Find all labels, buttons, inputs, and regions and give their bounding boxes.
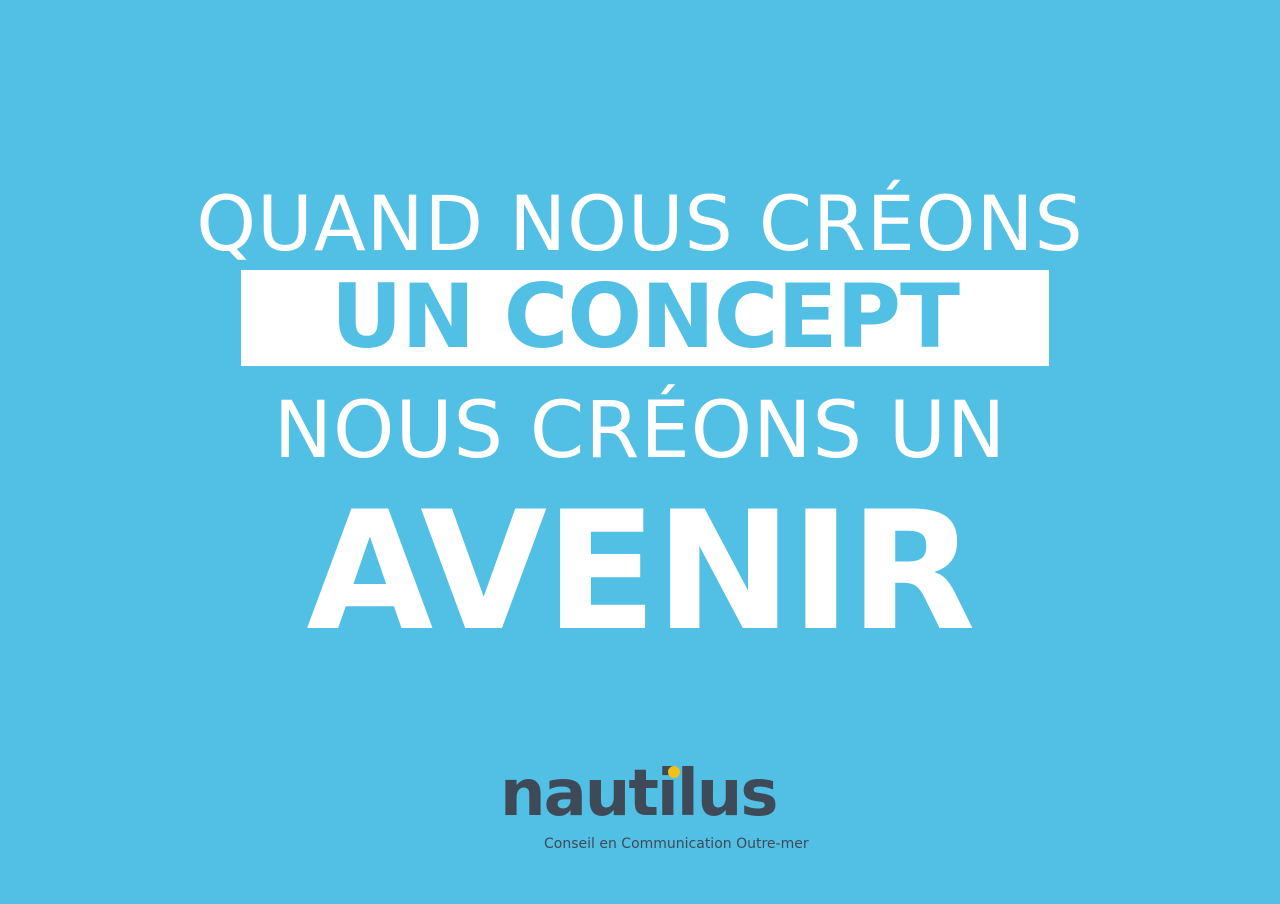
headline-line-2: UN CONCEPT <box>331 270 960 366</box>
headline-line-3: NOUS CRÉONS UN <box>273 386 1007 476</box>
logo-dot-icon <box>668 766 680 778</box>
highlight-box: UN CONCEPT <box>241 270 1049 366</box>
logo-wordmark: nautilus <box>500 757 778 831</box>
headline-line-1: QUAND NOUS CRÉONS <box>196 179 1084 268</box>
headline-line-4: AVENIR <box>306 476 975 667</box>
logo-tagline: Conseil en Communication Outre-mer <box>544 836 809 852</box>
poster: QUAND NOUS CRÉONS UN CONCEPT NOUS CRÉONS… <box>0 0 1280 904</box>
nautilus-logo: nautilus Conseil en Communication Outre-… <box>500 757 809 862</box>
